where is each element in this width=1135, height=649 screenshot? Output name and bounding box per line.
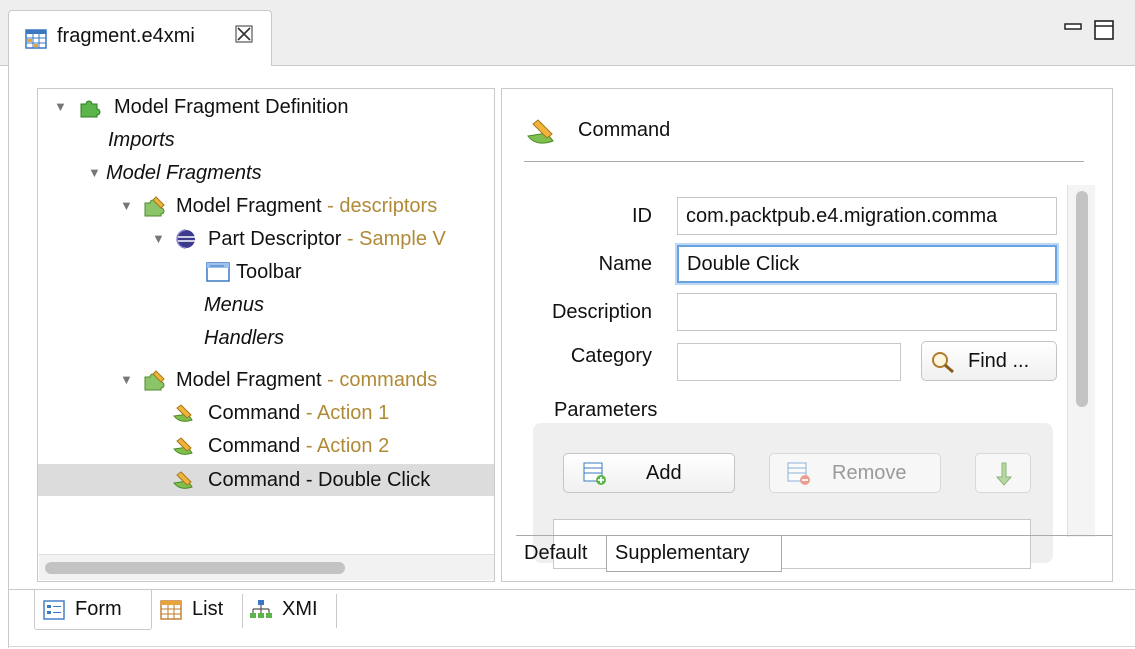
tree-row-label: Model Fragment bbox=[176, 369, 322, 391]
editor-tab-strip: fragment.e4xmi bbox=[0, 0, 1135, 67]
tab-list-label: List bbox=[192, 598, 224, 620]
name-field[interactable]: Double Click bbox=[677, 245, 1057, 283]
eclipse-icon bbox=[176, 229, 195, 249]
find-button-label: Find ... bbox=[968, 350, 1030, 372]
tree-row-label: Toolbar bbox=[236, 261, 302, 283]
tree-row-part-descriptor[interactable]: ▼ Part Descriptor - Sample V bbox=[38, 223, 494, 255]
scrollbar-thumb[interactable] bbox=[45, 562, 345, 574]
hierarchy-icon bbox=[250, 600, 272, 618]
search-icon bbox=[932, 352, 954, 374]
details-vertical-scrollbar[interactable] bbox=[1067, 185, 1095, 537]
move-down-button[interactable] bbox=[975, 453, 1031, 493]
tree-row-model-fragment-descriptors[interactable]: ▼ Model Fragment - descriptors bbox=[38, 190, 494, 222]
arrow-down-icon bbox=[995, 462, 1013, 486]
id-label: ID bbox=[632, 205, 652, 227]
tree-row-command-action-1[interactable]: Command - Action 1 bbox=[38, 397, 494, 429]
tree-row-toolbar[interactable]: Toolbar bbox=[38, 256, 494, 288]
form-icon bbox=[43, 600, 65, 620]
remove-row-icon bbox=[787, 462, 810, 485]
tree-row-suffix: - Action 2 bbox=[300, 435, 390, 457]
tree-row-suffix: - Sample V bbox=[341, 228, 446, 250]
command-icon bbox=[173, 471, 193, 489]
tree-row-suffix: - Action 1 bbox=[300, 402, 390, 424]
expand-twisty-icon[interactable]: ▼ bbox=[120, 190, 134, 222]
fragment-icon bbox=[144, 370, 165, 391]
tree-row-label: Model Fragment bbox=[176, 195, 322, 217]
command-icon bbox=[527, 119, 554, 144]
tab-list[interactable]: List bbox=[152, 590, 242, 630]
tree-row-label: Imports bbox=[108, 129, 175, 151]
add-button[interactable]: Add bbox=[563, 453, 735, 493]
remove-button-label: Remove bbox=[832, 462, 907, 484]
tree-row-suffix: - commands bbox=[321, 369, 438, 391]
find-button[interactable]: Find ... bbox=[921, 341, 1057, 381]
tab-xmi-label: XMI bbox=[282, 598, 318, 620]
tree-row-suffix: - descriptors bbox=[321, 195, 438, 217]
tree-row-handlers[interactable]: Handlers bbox=[38, 322, 494, 354]
tree-row-label: Command bbox=[208, 435, 301, 457]
tab-xmi[interactable]: XMI bbox=[242, 590, 336, 630]
tab-supplementary[interactable]: Supplementary bbox=[606, 536, 782, 572]
expand-twisty-icon[interactable]: ▼ bbox=[54, 91, 68, 123]
header-divider bbox=[524, 161, 1084, 162]
tree-row-model-fragments[interactable]: ▼ Model Fragments bbox=[38, 157, 494, 189]
category-field[interactable] bbox=[677, 343, 901, 381]
tree-row-label: Command bbox=[208, 402, 301, 424]
parameters-label: Parameters bbox=[554, 399, 658, 421]
tree-row-model-fragment-commands[interactable]: ▼ Model Fragment - commands bbox=[38, 364, 494, 396]
minimize-icon[interactable] bbox=[1064, 18, 1082, 36]
remove-button[interactable]: Remove bbox=[769, 453, 941, 493]
expand-twisty-icon[interactable]: ▼ bbox=[152, 223, 166, 255]
scrollbar-thumb[interactable] bbox=[1076, 191, 1088, 407]
tree-row-label: Command - Double Click bbox=[208, 469, 431, 491]
category-label: Category bbox=[570, 345, 652, 367]
tree-row-command-action-2[interactable]: Command - Action 2 bbox=[38, 430, 494, 462]
tab-form[interactable]: Form bbox=[34, 590, 152, 630]
tree-row-label: Model Fragments bbox=[106, 162, 262, 184]
description-label: Description bbox=[551, 301, 652, 323]
tree-row-menus[interactable]: Menus bbox=[38, 289, 494, 321]
table-editor-icon bbox=[25, 29, 47, 49]
name-label: Name bbox=[598, 253, 652, 275]
editor-tab-title: fragment.e4xmi bbox=[57, 25, 195, 47]
editor-bottom-border bbox=[8, 646, 1135, 647]
tab-divider bbox=[336, 594, 337, 628]
tree-row-imports[interactable]: Imports bbox=[38, 124, 494, 156]
tree-row-command-double-click[interactable]: Command - Double Click bbox=[38, 464, 494, 496]
fragment-icon bbox=[144, 196, 165, 217]
model-tree[interactable]: ▼ Model Fragment Definition Imports ▼ Mo… bbox=[37, 88, 495, 582]
id-field[interactable]: com.packtpub.e4.migration.comma bbox=[677, 197, 1057, 235]
description-field[interactable] bbox=[677, 293, 1057, 331]
tree-row-label: Model Fragment Definition bbox=[114, 96, 349, 118]
tree-horizontal-scrollbar[interactable] bbox=[39, 554, 494, 580]
expand-twisty-icon[interactable]: ▼ bbox=[88, 157, 102, 189]
list-icon bbox=[160, 600, 182, 620]
tab-form-label: Form bbox=[75, 598, 122, 620]
tree-row-label: Handlers bbox=[204, 327, 285, 349]
expand-twisty-icon[interactable]: ▼ bbox=[120, 364, 134, 396]
puzzle-icon bbox=[80, 100, 101, 118]
tree-row-label: Part Descriptor bbox=[208, 228, 342, 250]
tab-default[interactable]: Default bbox=[516, 536, 606, 572]
command-icon bbox=[173, 404, 193, 422]
toolbar-icon bbox=[206, 262, 230, 282]
add-row-icon bbox=[583, 462, 606, 485]
command-icon bbox=[173, 437, 193, 455]
close-icon[interactable] bbox=[235, 25, 253, 48]
tree-row-label: Menus bbox=[204, 294, 265, 316]
editor-tab-fragment[interactable]: fragment.e4xmi bbox=[8, 10, 272, 67]
add-button-label: Add bbox=[646, 462, 682, 484]
details-tabs: Default Supplementary bbox=[516, 535, 1112, 575]
tree-row-model-fragment-definition[interactable]: ▼ Model Fragment Definition bbox=[38, 91, 494, 123]
details-panel: Command ID com.packtpub.e4.migration.com… bbox=[501, 88, 1113, 582]
maximize-icon[interactable] bbox=[1094, 20, 1114, 40]
page-tabs: Form List XMI bbox=[8, 589, 1135, 635]
details-title: Command bbox=[578, 119, 671, 141]
